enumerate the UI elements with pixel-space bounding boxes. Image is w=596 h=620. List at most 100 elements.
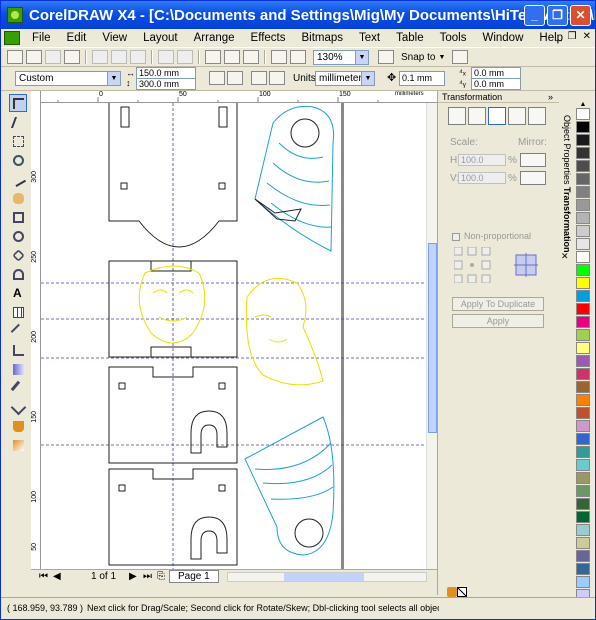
menu-window[interactable]: Window <box>474 32 531 44</box>
paste-icon[interactable] <box>130 50 146 64</box>
units-select[interactable]: millimeters ▼ <box>315 71 375 86</box>
color-swatch[interactable] <box>576 381 590 393</box>
palette-scroll-up-icon[interactable]: ▲ <box>574 101 592 108</box>
application-launcher-icon[interactable] <box>271 50 287 64</box>
restore-button[interactable]: ❐ <box>547 5 568 26</box>
zoom-tool[interactable] <box>9 151 27 169</box>
menu-tools[interactable]: Tools <box>432 32 475 44</box>
fill-tool[interactable] <box>9 417 27 435</box>
color-swatch[interactable] <box>576 212 590 224</box>
color-swatch[interactable] <box>576 329 590 341</box>
add-page-icon[interactable]: ⎘ <box>157 571 165 582</box>
parallel-dimension-tool[interactable] <box>9 322 27 340</box>
color-swatch[interactable] <box>576 147 590 159</box>
rotate-tab-button[interactable] <box>468 107 486 125</box>
color-swatch[interactable] <box>576 264 590 276</box>
menu-effects[interactable]: Effects <box>243 32 294 44</box>
color-swatch[interactable] <box>576 420 590 432</box>
color-swatch[interactable] <box>576 355 590 367</box>
undo-icon[interactable] <box>158 50 174 64</box>
import-icon[interactable] <box>224 50 240 64</box>
drawing-canvas[interactable] <box>41 103 426 569</box>
color-swatch[interactable] <box>576 186 590 198</box>
print-icon[interactable] <box>64 50 80 64</box>
scroll-thumb[interactable] <box>428 243 437 433</box>
zoom-levels-icon[interactable] <box>378 50 394 64</box>
color-swatch[interactable] <box>576 576 590 588</box>
options-icon[interactable] <box>452 50 469 64</box>
document-icon[interactable] <box>4 31 20 45</box>
scroll-thumb[interactable] <box>284 573 364 581</box>
mirror-v-button[interactable] <box>520 171 546 185</box>
save-icon[interactable] <box>45 50 61 64</box>
color-swatch[interactable] <box>576 290 590 302</box>
table-tool[interactable] <box>9 303 27 321</box>
color-swatch[interactable] <box>576 342 590 354</box>
first-page-icon[interactable]: ⏮ <box>39 571 48 582</box>
color-swatch[interactable] <box>576 563 590 575</box>
menu-layout[interactable]: Layout <box>135 32 186 44</box>
chevron-down-icon[interactable]: ▼ <box>438 54 445 61</box>
menu-arrange[interactable]: Arrange <box>186 32 243 44</box>
text-tool[interactable]: A <box>9 284 27 302</box>
color-swatch[interactable] <box>576 537 590 549</box>
minimize-button[interactable]: _ <box>524 5 545 26</box>
size-tab-button[interactable] <box>508 107 526 125</box>
interactive-blend-tool[interactable] <box>9 360 27 378</box>
color-swatch[interactable] <box>576 524 590 536</box>
copy-icon[interactable] <box>111 50 127 64</box>
paper-type-select[interactable]: Custom ▼ <box>15 71 121 86</box>
shape-tool[interactable] <box>9 113 27 131</box>
menu-edit[interactable]: Edit <box>59 32 95 44</box>
color-swatch[interactable] <box>576 277 590 289</box>
menu-file[interactable]: File <box>24 32 59 44</box>
smart-fill-tool[interactable] <box>9 189 27 207</box>
chevron-down-icon[interactable]: ▼ <box>361 72 374 85</box>
cut-icon[interactable] <box>92 50 108 64</box>
scale-h-field[interactable]: 100.0 <box>458 154 506 166</box>
color-swatch[interactable] <box>576 511 590 523</box>
outline-tool[interactable] <box>9 398 27 416</box>
color-swatch[interactable] <box>576 368 590 380</box>
vertical-ruler[interactable]: 300 250 200 150 100 50 <box>31 91 41 569</box>
page-tab[interactable]: Page 1 <box>169 570 219 583</box>
tab-object-properties[interactable]: Object Properties <box>560 115 572 185</box>
color-swatch[interactable] <box>576 485 590 497</box>
search-content-icon[interactable] <box>205 50 221 64</box>
connector-tool[interactable] <box>9 341 27 359</box>
scale-mirror-tab-button[interactable] <box>488 107 506 125</box>
open-icon[interactable] <box>26 50 42 64</box>
snap-to-button[interactable]: Snap to <box>401 52 435 63</box>
anchor-grid[interactable] <box>454 247 494 283</box>
apply-to-duplicate-button[interactable]: Apply To Duplicate <box>452 297 544 311</box>
paper-height-field[interactable]: 300.0 mm <box>136 78 196 90</box>
doc-minimize-icon[interactable]: _ <box>556 31 562 42</box>
non-proportional-checkbox[interactable] <box>452 233 460 241</box>
new-document-icon[interactable] <box>7 50 23 64</box>
all-pages-icon[interactable] <box>251 71 267 85</box>
chevron-down-icon[interactable]: ▼ <box>355 50 368 64</box>
menu-text[interactable]: Text <box>351 32 388 44</box>
color-swatch[interactable] <box>576 498 590 510</box>
color-swatch[interactable] <box>576 550 590 562</box>
skew-tab-button[interactable] <box>528 107 546 125</box>
color-swatch[interactable] <box>576 394 590 406</box>
welcome-screen-icon[interactable] <box>290 50 306 64</box>
doc-restore-icon[interactable]: ❐ <box>568 31 577 42</box>
color-swatch[interactable] <box>576 459 590 471</box>
color-swatch[interactable] <box>576 303 590 315</box>
color-swatch[interactable] <box>576 225 590 237</box>
landscape-icon[interactable] <box>227 71 243 85</box>
color-swatch[interactable] <box>576 108 590 120</box>
freehand-tool[interactable] <box>9 170 27 188</box>
interactive-fill-tool[interactable] <box>9 436 27 454</box>
color-swatch[interactable] <box>576 160 590 172</box>
color-swatch[interactable] <box>576 134 590 146</box>
close-icon[interactable]: ✕ <box>561 251 569 262</box>
tab-transformation[interactable]: Transformation <box>560 187 572 253</box>
duplicate-y-field[interactable]: 0.0 mm <box>471 78 521 90</box>
eyedropper-tool[interactable] <box>9 379 27 397</box>
polygon-tool[interactable] <box>9 246 27 264</box>
position-tab-button[interactable] <box>448 107 466 125</box>
menu-view[interactable]: View <box>94 32 135 44</box>
